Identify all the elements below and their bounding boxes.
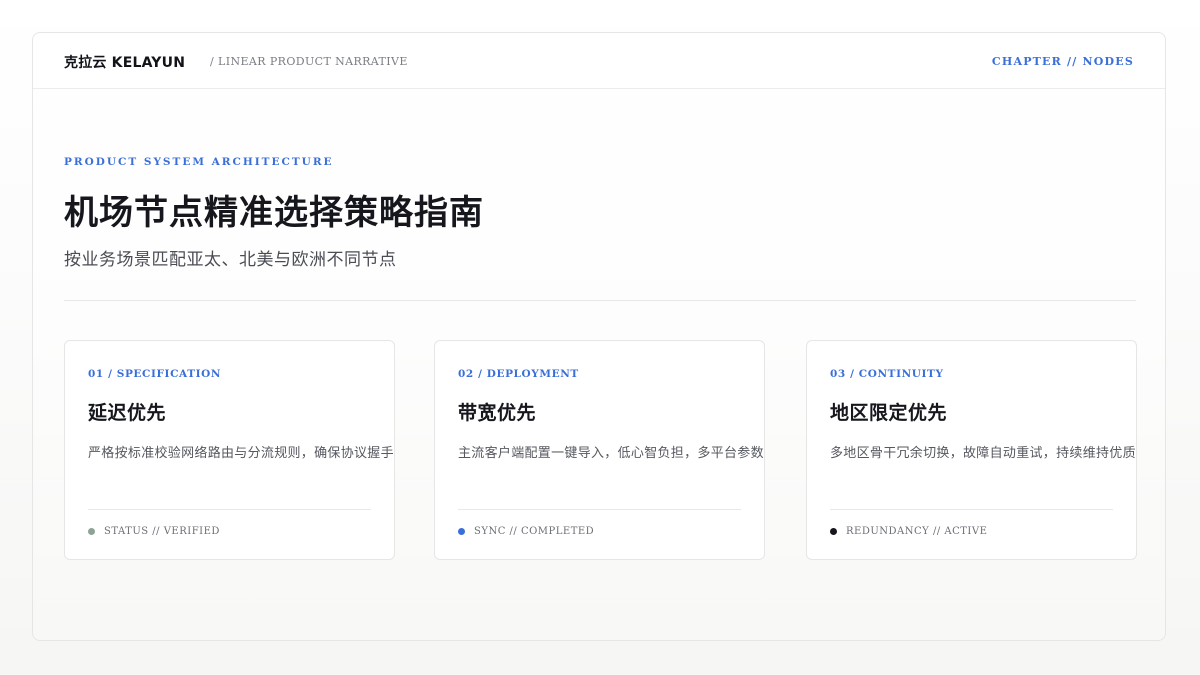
- card-divider: [88, 509, 371, 510]
- card-number: 01 / SPECIFICATION: [88, 368, 222, 380]
- page-subtitle: 按业务场景匹配亚太、北美与欧洲不同节点: [64, 250, 397, 270]
- card-number: 02 / DEPLOYMENT: [458, 368, 579, 380]
- top-bar: 克拉云 KELAYUN / LINEAR PRODUCT NARRATIVE C…: [33, 33, 1165, 89]
- brand-logo[interactable]: 克拉云 KELAYUN: [64, 52, 185, 72]
- section-eyebrow: PRODUCT SYSTEM ARCHITECTURE: [64, 156, 334, 168]
- status-dot-icon: [88, 528, 95, 535]
- card-region[interactable]: 03 / CONTINUITY 地区限定优先 多地区骨干冗余切换，故障自动重试，…: [806, 340, 1137, 560]
- card-number: 03 / CONTINUITY: [830, 368, 944, 380]
- status-text: REDUNDANCY // ACTIVE: [846, 526, 988, 537]
- card-divider: [830, 509, 1113, 510]
- main-frame: 克拉云 KELAYUN / LINEAR PRODUCT NARRATIVE C…: [32, 32, 1166, 641]
- breadcrumb: / LINEAR PRODUCT NARRATIVE: [210, 55, 408, 68]
- status-text: SYNC // COMPLETED: [474, 526, 595, 537]
- card-title: 延迟优先: [88, 402, 167, 424]
- card-divider: [458, 509, 741, 510]
- card-title: 地区限定优先: [830, 402, 948, 424]
- section-divider: [64, 300, 1136, 301]
- card-bandwidth[interactable]: 02 / DEPLOYMENT 带宽优先 主流客户端配置一键导入，低心智负担，多…: [434, 340, 765, 560]
- status-dot-icon: [458, 528, 465, 535]
- card-status: STATUS // VERIFIED: [88, 526, 220, 537]
- card-status: REDUNDANCY // ACTIVE: [830, 526, 987, 537]
- card-latency[interactable]: 01 / SPECIFICATION 延迟优先 严格按标准校验网络路由与分流规则…: [64, 340, 395, 560]
- page-title: 机场节点精准选择策略指南: [64, 193, 484, 233]
- status-dot-icon: [830, 528, 837, 535]
- card-description: 多地区骨干冗余切换，故障自动重试，持续维持优质连接体验: [830, 446, 1136, 461]
- status-text: STATUS // VERIFIED: [104, 526, 220, 537]
- card-title: 带宽优先: [458, 402, 537, 424]
- card-description: 主流客户端配置一键导入，低心智负担，多平台参数保持一致: [458, 446, 764, 461]
- card-description: 严格按标准校验网络路由与分流规则，确保协议握手稳定: [88, 446, 395, 461]
- card-status: SYNC // COMPLETED: [458, 526, 594, 537]
- chapter-label[interactable]: CHAPTER // NODES: [992, 55, 1134, 68]
